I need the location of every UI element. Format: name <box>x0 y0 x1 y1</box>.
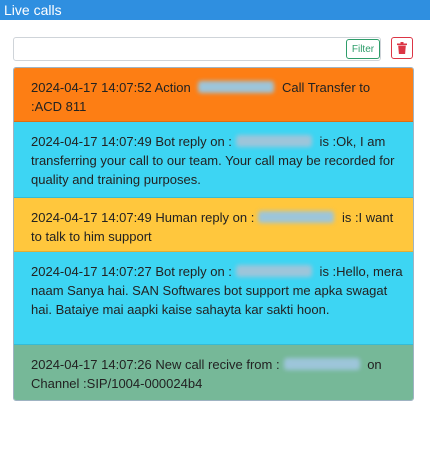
live-call-feed: 2024-04-17 14:07:52 Action Call Transfer… <box>13 67 414 401</box>
message-item: 2024-04-17 14:07:27 Bot reply on : is :H… <box>14 252 413 345</box>
message-item: 2024-04-17 14:07:49 Human reply on : is … <box>14 198 413 252</box>
filter-button[interactable]: Filter <box>346 39 380 59</box>
redacted-number <box>283 358 360 370</box>
trash-icon <box>397 42 407 54</box>
message-prefix: 2024-04-17 14:07:27 Bot reply on : <box>31 264 232 279</box>
message-prefix: 2024-04-17 14:07:49 Human reply on : <box>31 210 255 225</box>
window-title: Live calls <box>4 2 62 18</box>
search-input[interactable] <box>13 37 381 61</box>
message-item: 2024-04-17 14:07:52 Action Call Transfer… <box>14 68 413 122</box>
toolbar: Filter <box>13 37 416 63</box>
message-prefix: 2024-04-17 14:07:52 Action <box>31 80 195 95</box>
redacted-number <box>198 81 275 93</box>
redacted-number <box>235 265 312 277</box>
message-item: 2024-04-17 14:07:49 Bot reply on : is :O… <box>14 122 413 198</box>
delete-button[interactable] <box>391 37 413 59</box>
title-bar: Live calls <box>0 0 430 20</box>
message-prefix: 2024-04-17 14:07:49 Bot reply on : <box>31 134 232 149</box>
message-prefix: 2024-04-17 14:07:26 New call recive from… <box>31 357 280 372</box>
redacted-number <box>235 135 312 147</box>
message-item: 2024-04-17 14:07:26 New call recive from… <box>14 345 413 400</box>
redacted-number <box>258 211 335 223</box>
